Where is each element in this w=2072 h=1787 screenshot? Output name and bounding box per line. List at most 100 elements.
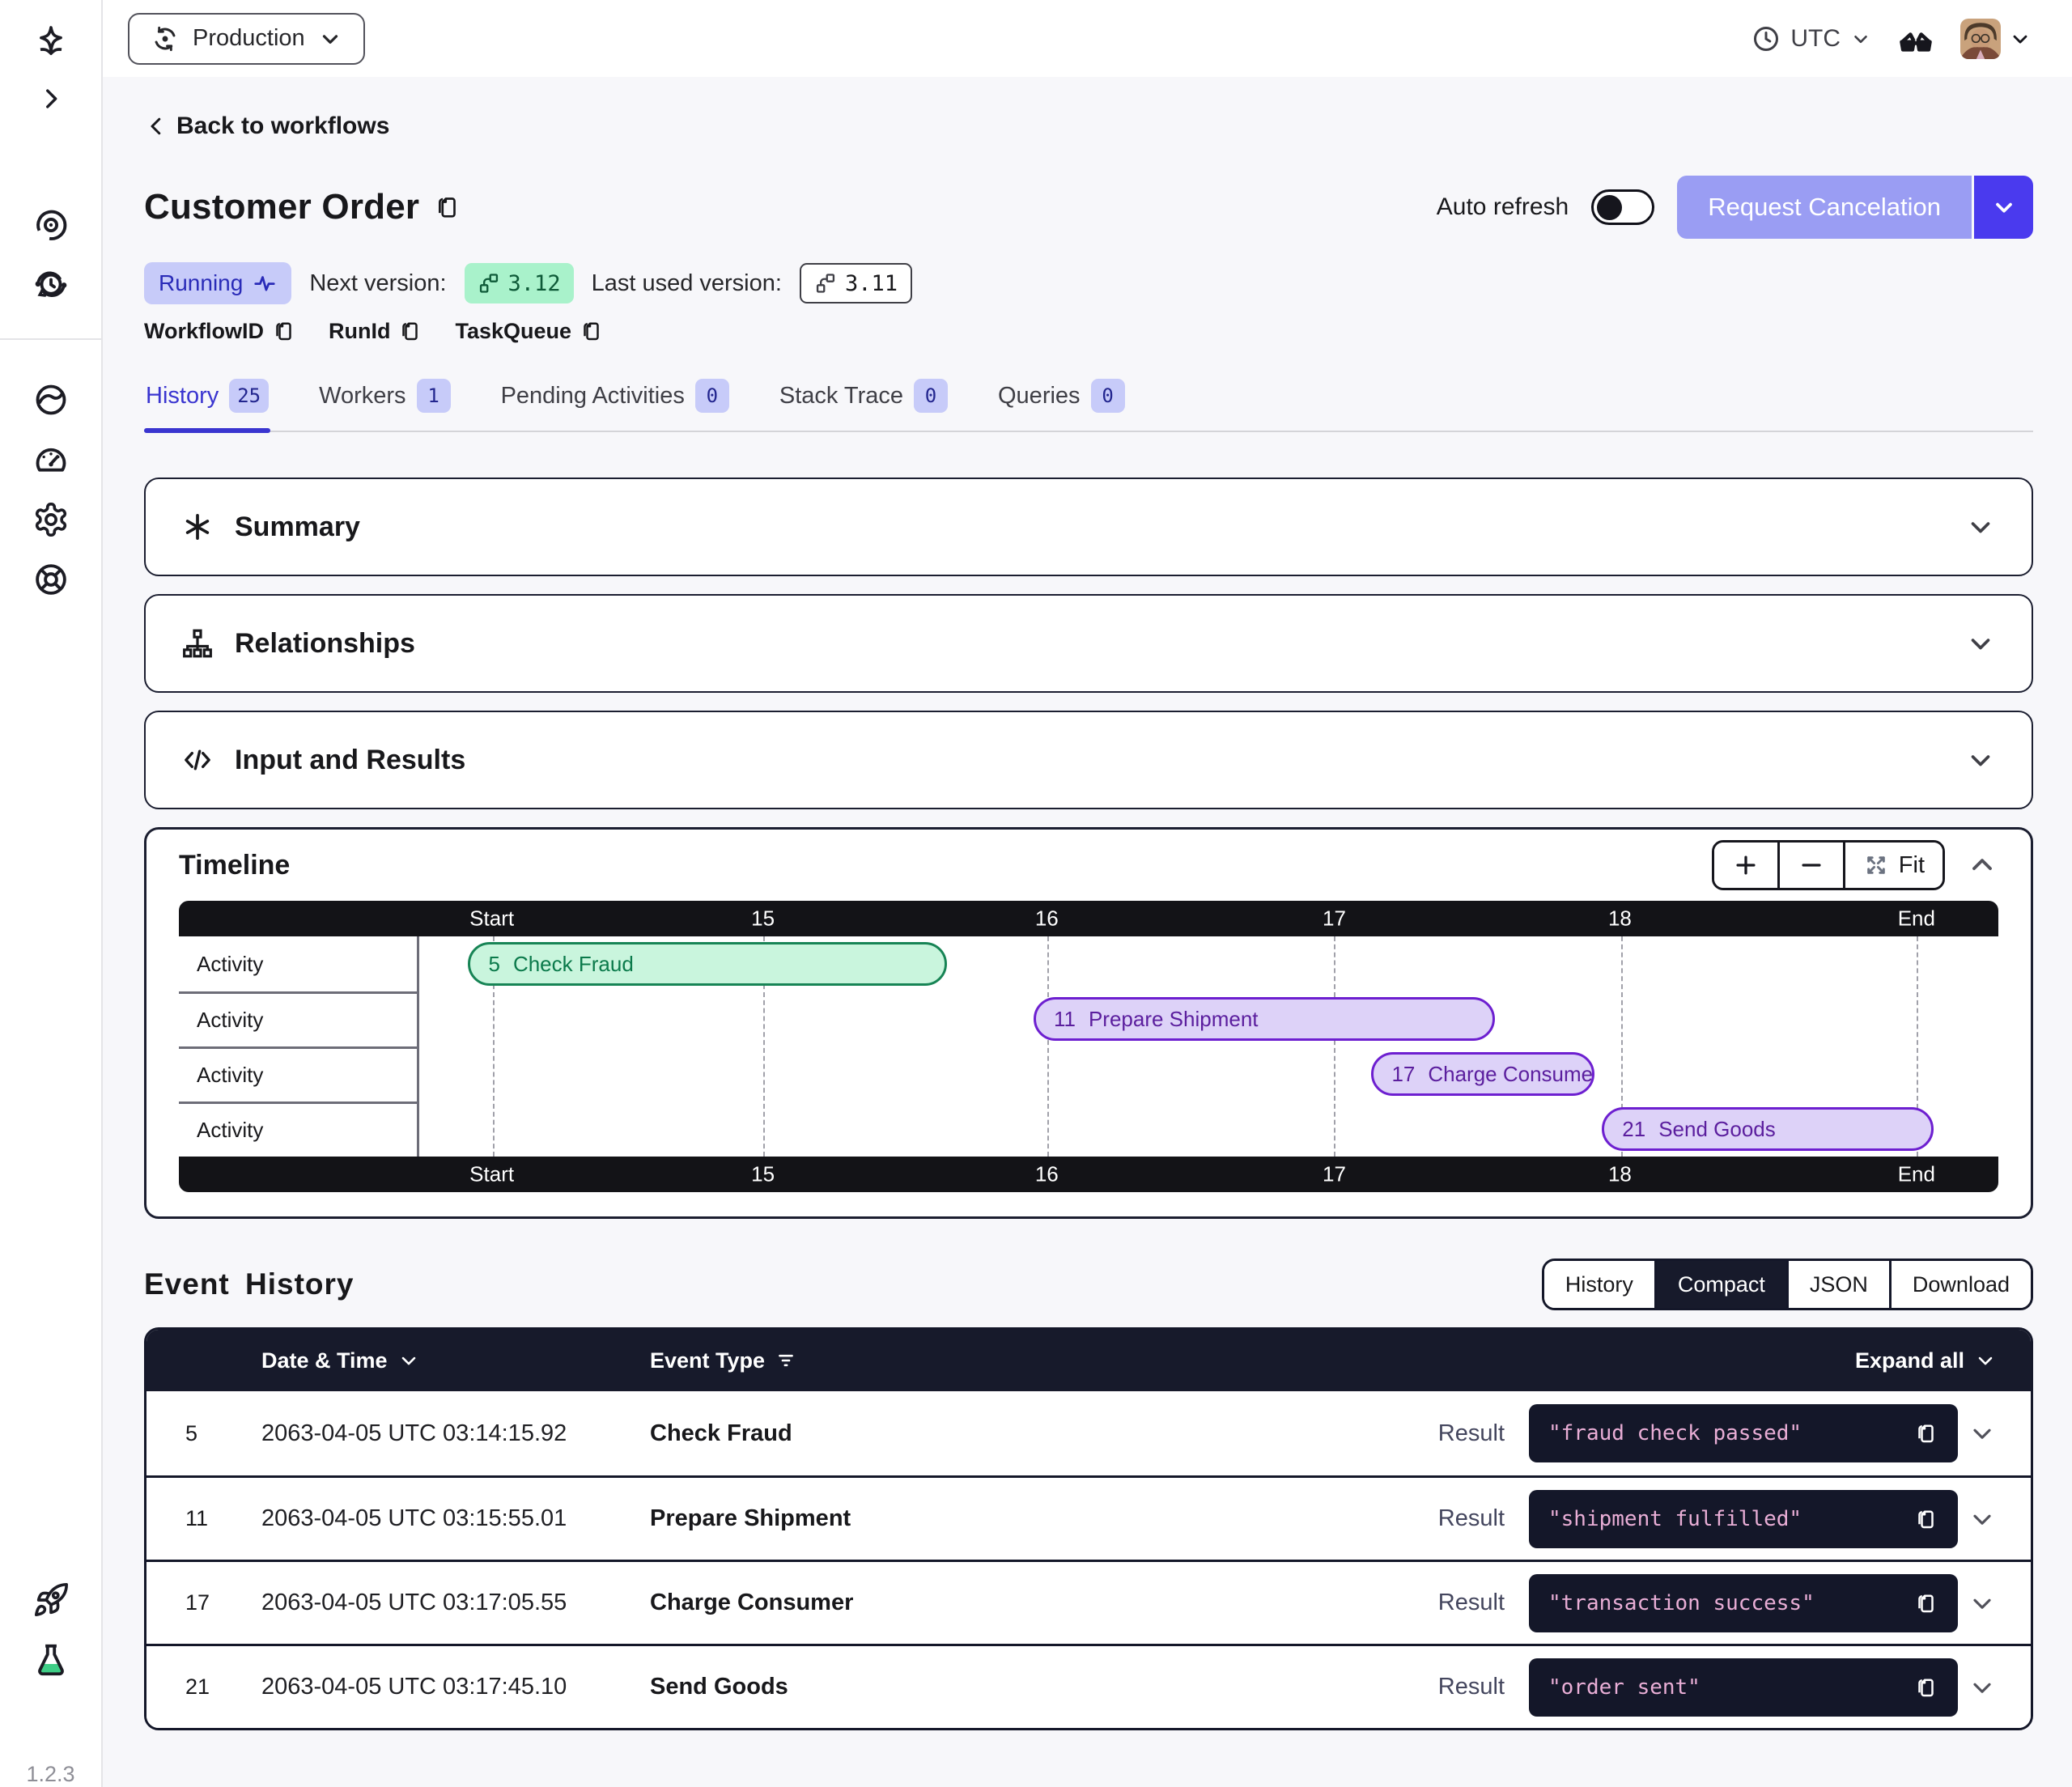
event-history-table: Date & Time Event Type Expand all 5 2063… (144, 1327, 2033, 1730)
event-datetime: 2063-04-05 UTC 03:17:05.55 (261, 1590, 650, 1616)
minus-icon (1798, 851, 1825, 879)
app-root: 1.2.3 Production (0, 0, 2072, 1787)
sort-date-time[interactable]: Date & Time (261, 1348, 650, 1373)
collapse-timeline-icon[interactable] (1966, 849, 1998, 881)
task-queue-copy[interactable]: TaskQueue (455, 319, 604, 344)
event-id: 17 (146, 1590, 261, 1615)
filter-event-type[interactable]: Event Type (650, 1348, 1416, 1373)
chevron-down-icon (1991, 194, 2017, 220)
copy-result-icon[interactable] (1914, 1675, 1938, 1700)
schedules-icon[interactable] (24, 261, 78, 309)
summary-accordion[interactable]: Summary (144, 478, 2033, 576)
timeline-row-label: Activity (179, 991, 417, 1046)
copy-icon (580, 319, 604, 343)
settings-icon[interactable] (24, 495, 78, 544)
event-type: Prepare Shipment (650, 1505, 1416, 1532)
timeline-axis-top: Start 15 16 17 18 End (179, 901, 1998, 936)
event-id: 21 (146, 1675, 261, 1700)
auto-refresh-toggle[interactable] (1591, 189, 1654, 225)
event-type: Charge Consumer (650, 1590, 1416, 1616)
result-value-pill: "order sent" (1529, 1658, 1958, 1717)
workflows-icon[interactable] (24, 201, 78, 249)
event-type: Check Fraud (650, 1420, 1416, 1447)
request-cancelation-split-button: Request Cancelation (1677, 176, 2033, 239)
fit-icon (1863, 852, 1889, 878)
timeline-bar-prepare-shipment[interactable]: 11Prepare Shipment (1034, 997, 1495, 1041)
event-row[interactable]: 5 2063-04-05 UTC 03:14:15.92 Check Fraud… (146, 1391, 2031, 1475)
event-row[interactable]: 21 2063-04-05 UTC 03:17:45.10 Send Goods… (146, 1644, 2031, 1728)
branch-icon (814, 272, 837, 295)
expand-row-icon[interactable] (1968, 1673, 1997, 1702)
timeline-section: Timeline (144, 827, 2033, 1219)
download-button[interactable]: Download (1889, 1261, 2031, 1308)
usage-icon[interactable] (24, 435, 78, 484)
event-history-view-switcher: History Compact JSON Download (1542, 1259, 2033, 1310)
back-to-workflows-link[interactable]: Back to workflows (144, 112, 389, 140)
result-label: Result (1438, 1505, 1505, 1532)
event-type: Send Goods (650, 1674, 1416, 1700)
timezone-label: UTC (1790, 25, 1841, 53)
rocket-icon[interactable] (24, 1576, 78, 1624)
result-label: Result (1438, 1674, 1505, 1700)
event-history-title: Event History (144, 1267, 355, 1301)
namespace-label: Production (193, 25, 305, 52)
timeline-bar-charge-consumer[interactable]: 17Charge Consumer (1371, 1052, 1594, 1096)
support-icon[interactable] (24, 555, 78, 604)
expand-sidebar-icon[interactable] (24, 74, 78, 123)
copy-result-icon[interactable] (1914, 1421, 1938, 1445)
chevron-down-icon (1965, 628, 1996, 659)
event-id: 5 (146, 1421, 261, 1446)
copy-result-icon[interactable] (1914, 1591, 1938, 1615)
zoom-out-button[interactable] (1777, 843, 1843, 888)
copy-result-icon[interactable] (1914, 1507, 1938, 1531)
nexus-icon[interactable] (24, 376, 78, 424)
chevron-down-icon (1965, 511, 1996, 542)
navigator-icon[interactable] (24, 18, 78, 66)
next-version-badge: 3.12 (465, 263, 574, 303)
expand-row-icon[interactable] (1968, 1589, 1997, 1618)
tab-stack-trace[interactable]: Stack Trace0 (778, 371, 949, 431)
copy-title-icon[interactable] (434, 193, 461, 221)
cancelation-menu-button[interactable] (1972, 176, 2033, 239)
expand-all-button[interactable]: Expand all (1855, 1348, 2031, 1373)
input-results-accordion[interactable]: Input and Results (144, 711, 2033, 809)
expand-row-icon[interactable] (1968, 1419, 1997, 1448)
request-cancelation-button[interactable]: Request Cancelation (1677, 176, 1972, 239)
last-used-version-badge: 3.11 (800, 263, 912, 303)
view-history-button[interactable]: History (1544, 1261, 1654, 1308)
expand-row-icon[interactable] (1968, 1505, 1997, 1534)
page-title: Customer Order (144, 187, 419, 227)
event-row[interactable]: 11 2063-04-05 UTC 03:15:55.01 Prepare Sh… (146, 1475, 2031, 1560)
sidebar-divider (0, 338, 102, 340)
user-menu[interactable] (1960, 19, 2032, 59)
tab-history[interactable]: History25 (144, 371, 270, 431)
tab-pending-activities[interactable]: Pending Activities0 (499, 371, 731, 431)
timezone-selector[interactable]: UTC (1751, 24, 1871, 53)
chevron-down-icon (397, 1349, 420, 1372)
tab-queries[interactable]: Queries0 (996, 371, 1127, 431)
feedback-glasses-icon[interactable] (1896, 19, 1936, 59)
run-id-copy[interactable]: RunId (329, 319, 422, 344)
timeline-bar-send-goods[interactable]: 21Send Goods (1602, 1107, 1934, 1151)
timeline-bar-check-fraud[interactable]: 5Check Fraud (468, 942, 946, 986)
tree-icon (181, 627, 214, 660)
namespace-selector[interactable]: Production (128, 13, 365, 65)
zoom-in-button[interactable] (1714, 843, 1777, 888)
workflow-id-copy[interactable]: WorkflowID (144, 319, 296, 344)
timeline-row-label: Activity (179, 936, 417, 991)
relationships-accordion[interactable]: Relationships (144, 594, 2033, 693)
view-json-button[interactable]: JSON (1786, 1261, 1889, 1308)
tab-workers[interactable]: Workers1 (317, 371, 452, 431)
last-used-version-label: Last used version: (592, 270, 782, 297)
event-datetime: 2063-04-05 UTC 03:15:55.01 (261, 1505, 650, 1532)
lab-flask-icon[interactable] (24, 1636, 78, 1684)
timeline-row-label: Activity (179, 1046, 417, 1101)
fit-button[interactable]: Fit (1843, 843, 1942, 888)
pulse-icon (253, 271, 277, 295)
result-label: Result (1438, 1420, 1505, 1447)
event-row[interactable]: 17 2063-04-05 UTC 03:17:05.55 Charge Con… (146, 1560, 2031, 1644)
code-icon (181, 744, 214, 776)
next-version-label: Next version: (309, 270, 446, 297)
event-history-header: Date & Time Event Type Expand all (146, 1330, 2031, 1391)
view-compact-button[interactable]: Compact (1654, 1261, 1786, 1308)
